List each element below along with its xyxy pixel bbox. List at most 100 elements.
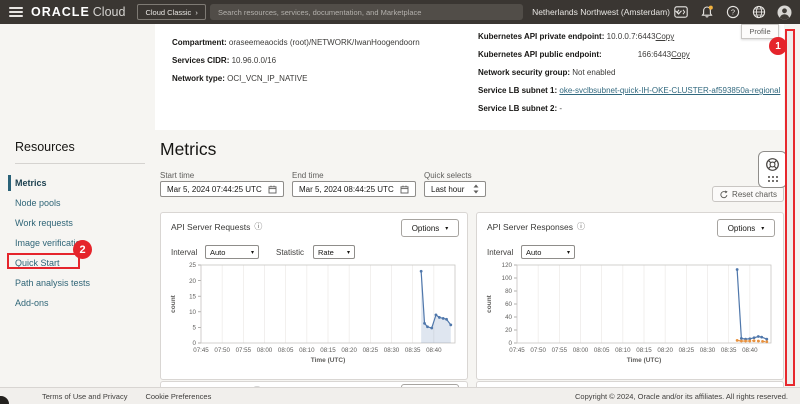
- svg-text:08:25: 08:25: [679, 347, 695, 354]
- cloud-shell-icon[interactable]: [673, 5, 688, 20]
- svg-text:08:25: 08:25: [363, 347, 379, 354]
- quick-selects-label: Quick selects: [424, 171, 472, 180]
- svg-text:count: count: [486, 294, 493, 313]
- topbar-icons: ?: [673, 0, 792, 24]
- lifebuoy-icon: [765, 157, 780, 172]
- interval-select[interactable]: Auto ▾: [521, 245, 575, 259]
- interval-label: Interval: [487, 248, 513, 257]
- quick-selects-select[interactable]: Last hour: [424, 181, 486, 197]
- svg-text:07:55: 07:55: [552, 347, 568, 354]
- svg-text:08:20: 08:20: [657, 347, 673, 354]
- api-server-requests-card: API Server Requests ⓘ Options ▾ Interval…: [160, 212, 468, 380]
- interval-label: Interval: [171, 248, 197, 257]
- interval-select[interactable]: Auto ▾: [205, 245, 259, 259]
- annotation-badge-2: 2: [73, 240, 92, 259]
- caret-down-icon: ▾: [567, 249, 570, 256]
- statistic-label: Statistic: [276, 248, 304, 257]
- info-icon[interactable]: ⓘ: [254, 221, 262, 232]
- oracle-cloud-logo[interactable]: ORACLECloud: [31, 3, 125, 21]
- annotation-box-scrollbar: [785, 29, 795, 386]
- brand-oracle: ORACLE: [31, 5, 90, 19]
- annotation-box-quick-start: [7, 253, 80, 269]
- refresh-icon: [719, 190, 728, 199]
- info-icon[interactable]: ⓘ: [577, 221, 585, 232]
- copy-link[interactable]: Copy: [671, 50, 690, 59]
- svg-text:count: count: [170, 294, 177, 313]
- detail-compartment: Compartment: oraseemeaocids (root)/NETWO…: [172, 38, 420, 47]
- resources-sidebar: Resources Metrics Node pools Work reques…: [0, 140, 155, 313]
- options-button[interactable]: Options ▾: [717, 219, 775, 237]
- help-icon[interactable]: ?: [725, 5, 740, 20]
- caret-down-icon: ▾: [445, 225, 448, 232]
- svg-text:80: 80: [505, 288, 512, 295]
- chevron-right-icon: ›: [195, 8, 198, 17]
- svg-text:08:15: 08:15: [636, 347, 652, 354]
- sidebar-item-path-analysis-tests[interactable]: Path analysis tests: [0, 273, 155, 293]
- svg-text:08:20: 08:20: [341, 347, 357, 354]
- detail-lb-subnet-2: Service LB subnet 2: -: [478, 104, 562, 113]
- drag-dots-icon: [767, 175, 779, 183]
- svg-text:08:10: 08:10: [299, 347, 315, 354]
- terms-link[interactable]: Terms of Use and Privacy: [42, 392, 127, 401]
- subnet-link[interactable]: oke-svclbsubnet-quick-IH-OKE-CLUSTER-af5…: [559, 86, 780, 95]
- chart-title: API Server Responses ⓘ: [487, 221, 585, 232]
- copyright-text: Copyright © 2024, Oracle and/or its affi…: [575, 392, 788, 401]
- options-button[interactable]: Options ▾: [401, 219, 459, 237]
- search-input[interactable]: [210, 4, 523, 20]
- caret-down-icon: ▾: [347, 249, 350, 256]
- footer: Terms of Use and Privacy Cookie Preferen…: [0, 387, 800, 404]
- chart-title: API Server Requests ⓘ: [171, 221, 262, 232]
- svg-text:08:10: 08:10: [615, 347, 631, 354]
- svg-text:20: 20: [505, 327, 512, 334]
- cloud-classic-button[interactable]: Cloud Classic ›: [137, 4, 205, 20]
- svg-text:08:00: 08:00: [573, 347, 589, 354]
- sidebar-item-node-pools[interactable]: Node pools: [0, 193, 155, 213]
- svg-text:08:00: 08:00: [257, 347, 273, 354]
- svg-text:Time (UTC): Time (UTC): [311, 357, 346, 364]
- sidebar-divider: [15, 163, 145, 164]
- svg-text:40: 40: [505, 314, 512, 321]
- reset-charts-button[interactable]: Reset charts: [712, 186, 784, 202]
- start-time-label: Start time: [160, 171, 194, 180]
- svg-text:?: ?: [730, 8, 734, 17]
- start-time-input[interactable]: Mar 5, 2024 07:44:25 UTC: [160, 181, 284, 197]
- sidebar-item-add-ons[interactable]: Add-ons: [0, 293, 155, 313]
- svg-text:60: 60: [505, 301, 512, 308]
- stepper-arrows-icon: [473, 184, 479, 194]
- sidebar-item-metrics[interactable]: Metrics: [0, 173, 155, 193]
- notifications-bell-icon[interactable]: [699, 5, 714, 20]
- svg-text:08:15: 08:15: [320, 347, 336, 354]
- svg-text:08:30: 08:30: [384, 347, 400, 354]
- cookie-preferences-link[interactable]: Cookie Preferences: [145, 392, 211, 401]
- copy-link[interactable]: Copy: [656, 32, 675, 41]
- svg-text:15: 15: [189, 293, 196, 300]
- calendar-icon: [268, 185, 277, 194]
- profile-avatar[interactable]: [777, 5, 792, 20]
- page-title: Metrics: [160, 139, 216, 160]
- detail-lb-subnet-1: Service LB subnet 1: oke-svclbsubnet-qui…: [478, 86, 780, 95]
- end-time-input[interactable]: Mar 5, 2024 08:44:25 UTC: [292, 181, 416, 197]
- calendar-icon: [400, 185, 409, 194]
- assistance-widget[interactable]: [758, 151, 787, 188]
- brand-cloud: Cloud: [93, 5, 126, 19]
- region-selector[interactable]: Netherlands Northwest (Amsterdam): [532, 0, 682, 24]
- svg-text:08:35: 08:35: [405, 347, 421, 354]
- caret-down-icon: ▾: [761, 225, 764, 232]
- api-server-requests-chart: 07:4507:5007:5508:0008:0508:1008:1508:20…: [167, 259, 463, 371]
- svg-text:08:35: 08:35: [721, 347, 737, 354]
- api-server-responses-chart: 07:4507:5007:5508:0008:0508:1008:1508:20…: [483, 259, 779, 371]
- language-globe-icon[interactable]: [751, 5, 766, 20]
- statistic-select[interactable]: Rate ▾: [313, 245, 355, 259]
- svg-text:08:40: 08:40: [426, 347, 442, 354]
- svg-text:07:45: 07:45: [509, 347, 525, 354]
- svg-text:08:30: 08:30: [700, 347, 716, 354]
- svg-text:20: 20: [189, 278, 196, 285]
- svg-text:08:40: 08:40: [742, 347, 758, 354]
- sidebar-title: Resources: [15, 140, 155, 154]
- annotation-badge-1: 1: [769, 37, 787, 55]
- sidebar-item-work-requests[interactable]: Work requests: [0, 213, 155, 233]
- menu-hamburger-icon[interactable]: [9, 7, 23, 17]
- detail-nsg: Network security group: Not enabled: [478, 68, 615, 77]
- clipped-row-remnant: [172, 26, 286, 31]
- detail-private-endpoint: Kubernetes API private endpoint: 10.0.0.…: [478, 32, 674, 41]
